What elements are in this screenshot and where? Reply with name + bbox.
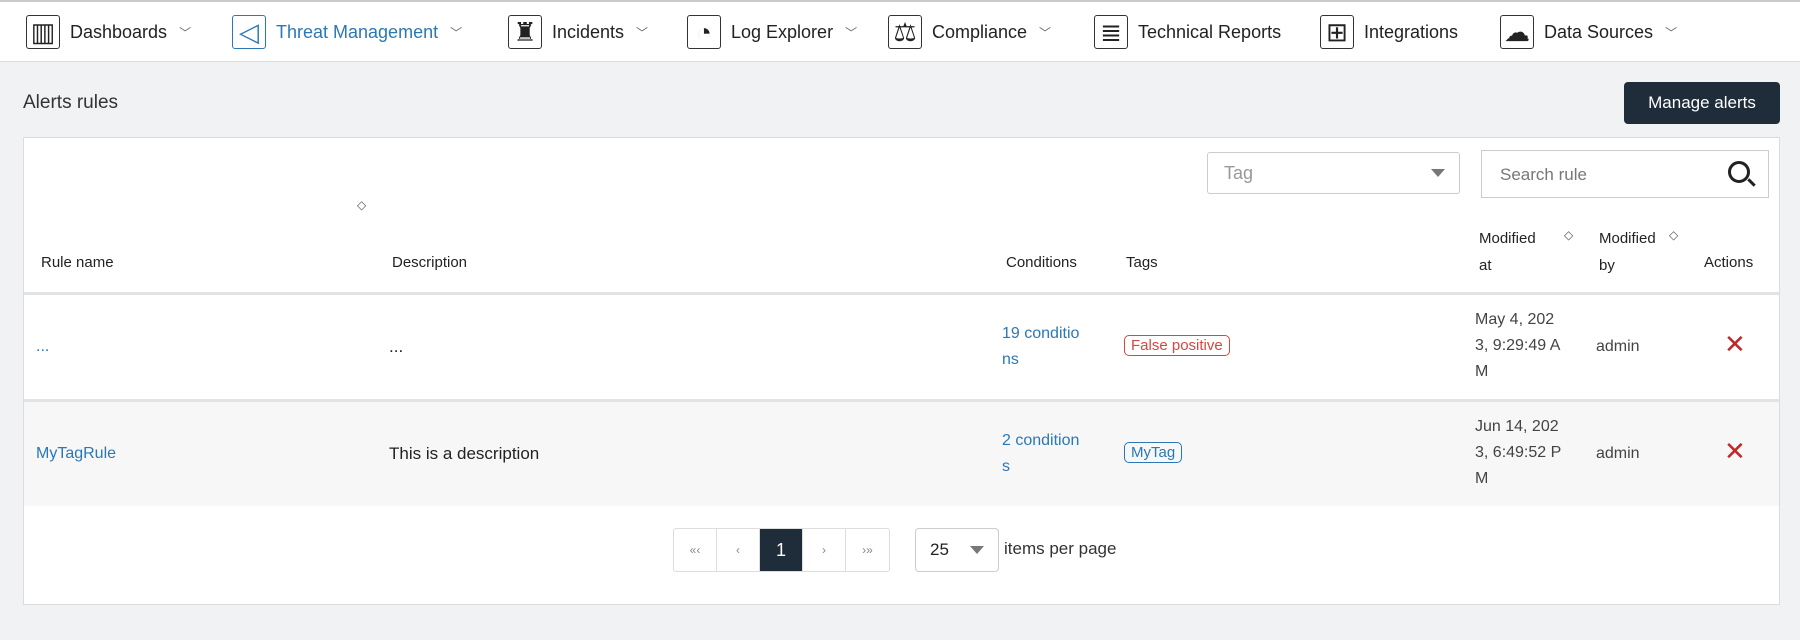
modified-at: May 4, 202 3, 9:29:49 A M: [1475, 307, 1560, 385]
nav-item-incidents[interactable]: ♜ Incidents ﹀: [508, 2, 648, 62]
next-page-button[interactable]: ›: [803, 529, 846, 571]
nav-item-data-sources[interactable]: ☁ Data Sources ﹀: [1500, 2, 1677, 62]
scales-icon: ⚖: [888, 15, 922, 49]
nav-item-label: Data Sources: [1544, 21, 1654, 42]
col-modified-by-line2: by: [1599, 257, 1615, 274]
nav-item-label: Technical Reports: [1138, 21, 1282, 42]
cloud-monitor-icon: ☁: [1500, 15, 1534, 49]
nav-item-threat-management[interactable]: ◁ Threat Management ﹀: [232, 2, 462, 62]
nav-item-label: Dashboards: [70, 21, 168, 42]
first-page-button[interactable]: «‹: [674, 529, 717, 571]
nav-item-label: Incidents: [552, 21, 625, 42]
rule-description: This is a description: [389, 444, 540, 463]
caret-down-icon: [970, 546, 984, 554]
pagination: «‹ ‹ 1 › ›»: [673, 528, 890, 572]
conditions-line1: 19 conditio: [1002, 325, 1080, 342]
col-conditions: Conditions: [1006, 254, 1077, 271]
nav-item-log-explorer[interactable]: ◔ Log Explorer ﹀: [687, 2, 857, 62]
nav-item-integrations[interactable]: ⊞ Integrations: [1320, 2, 1458, 62]
nav-item-label: Compliance: [932, 21, 1028, 42]
search-rule-input[interactable]: Search rule: [1481, 150, 1769, 198]
nav-item-technical-reports[interactable]: ≣ Technical Reports: [1094, 2, 1281, 62]
date-line3: M: [1475, 363, 1489, 380]
delete-icon[interactable]: ✕: [1724, 436, 1746, 467]
nav-item-label: Log Explorer: [731, 21, 834, 42]
modified-by: admin: [1596, 445, 1640, 462]
col-rule-name[interactable]: Rule name: [41, 249, 114, 276]
lighthouse-icon: ♜: [508, 15, 542, 49]
page-1-button[interactable]: 1: [760, 529, 803, 571]
date-line2: 3, 9:29:49 A: [1475, 337, 1561, 354]
alerts-rules-panel: Tag Search rule Rule name ◇ Description …: [23, 137, 1780, 605]
megaphone-icon: ◁: [232, 15, 266, 49]
conditions-line2: ns: [1002, 351, 1019, 368]
date-line3: M: [1475, 470, 1489, 487]
conditions-line2: s: [1002, 458, 1010, 475]
rule-name-link[interactable]: MyTagRule: [36, 441, 116, 467]
dashboard-icon: ▥: [26, 15, 60, 49]
chevron-down-icon: ﹀: [1665, 25, 1678, 40]
col-description: Description: [392, 254, 468, 271]
modified-at: Jun 14, 202 3, 6:49:52 P M: [1475, 414, 1561, 492]
tag-placeholder: Tag: [1224, 163, 1254, 183]
date-line2: 3, 6:49:52 P: [1475, 444, 1562, 461]
chevron-down-icon: ﹀: [845, 25, 858, 40]
per-page-select[interactable]: 25: [915, 528, 999, 572]
sort-icon[interactable]: ◇: [1564, 228, 1573, 242]
nav-item-label: Threat Management: [276, 21, 439, 42]
puzzle-icon: ⊞: [1320, 15, 1354, 49]
col-modified-at-line1: Modified: [1479, 230, 1536, 247]
manage-alerts-button[interactable]: Manage alerts: [1624, 82, 1780, 124]
search-icon[interactable]: [1728, 161, 1750, 183]
table-row: ... ... 19 conditio ns False positive May…: [24, 295, 1779, 399]
col-modified-by-line1: Modified: [1599, 230, 1656, 247]
nav-item-compliance[interactable]: ⚖ Compliance ﹀: [888, 2, 1051, 62]
sort-icon[interactable]: ◇: [357, 198, 366, 212]
col-actions: Actions: [1704, 254, 1754, 271]
per-page-value: 25: [930, 540, 949, 559]
table-row: MyTagRule This is a description 2 condit…: [24, 402, 1779, 506]
items-per-page-label: items per page: [1004, 539, 1117, 558]
conditions-link[interactable]: 2 condition s: [1002, 428, 1079, 480]
top-nav: ▥ Dashboards ﹀ ◁ Threat Management ﹀ ♜ Incident…: [0, 0, 1800, 62]
date-line1: May 4, 202: [1475, 311, 1555, 328]
conditions-link[interactable]: 19 conditio ns: [1002, 321, 1079, 373]
document-icon: ≣: [1094, 15, 1128, 49]
delete-icon[interactable]: ✕: [1724, 329, 1746, 360]
nav-item-label: Integrations: [1364, 21, 1459, 42]
chevron-down-icon: ﹀: [450, 25, 463, 40]
sort-icon[interactable]: ◇: [1669, 228, 1678, 242]
col-tags: Tags: [1126, 254, 1158, 271]
tag-filter-select[interactable]: Tag: [1207, 152, 1460, 194]
col-modified-at[interactable]: Modified at: [1479, 225, 1536, 279]
conditions-line1: 2 condition: [1002, 432, 1080, 449]
date-line1: Jun 14, 202: [1475, 418, 1559, 435]
chevron-down-icon: ﹀: [179, 25, 192, 40]
rule-name-link[interactable]: ...: [36, 334, 49, 360]
col-modified-at-line2: at: [1479, 257, 1492, 274]
chevron-down-icon: ﹀: [1039, 25, 1052, 40]
modified-by: admin: [1596, 338, 1640, 355]
tag-badge: False positive: [1124, 335, 1230, 356]
magnifier-chart-icon: ◔: [687, 15, 721, 49]
page-title: Alerts rules: [23, 92, 119, 113]
tag-badge: MyTag: [1124, 442, 1183, 463]
prev-page-button[interactable]: ‹: [717, 529, 760, 571]
nav-item-dashboards[interactable]: ▥ Dashboards ﹀: [26, 2, 191, 62]
chevron-down-icon: ﹀: [636, 25, 649, 40]
rule-description: ...: [389, 337, 404, 356]
last-page-button[interactable]: ›»: [846, 529, 889, 571]
col-modified-by[interactable]: Modified by: [1599, 225, 1656, 279]
search-placeholder: Search rule: [1500, 165, 1587, 184]
caret-down-icon: [1431, 169, 1445, 177]
